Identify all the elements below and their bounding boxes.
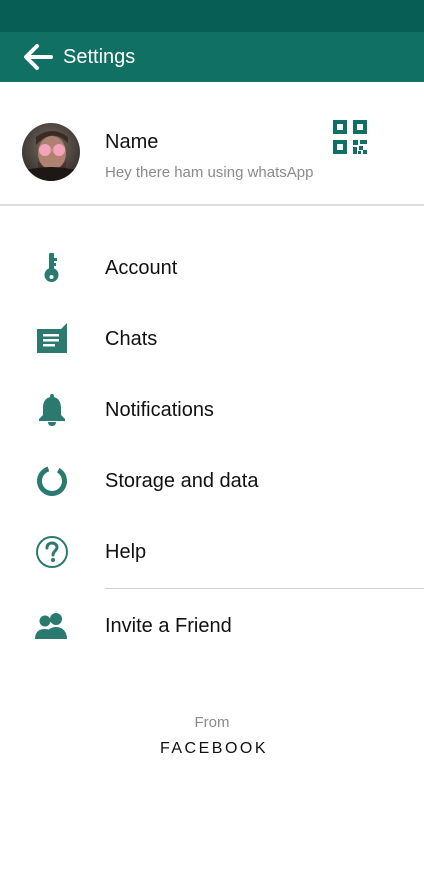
profile-name: Name — [105, 131, 159, 153]
help-icon — [34, 534, 70, 570]
qr-code-button[interactable] — [333, 120, 367, 154]
menu-item-notifications[interactable]: Notifications — [0, 380, 424, 440]
menu-item-account[interactable]: Account — [0, 238, 424, 298]
footer-brand: FACEBOOK — [159, 740, 269, 757]
profile-divider — [0, 204, 424, 206]
chat-icon — [34, 321, 70, 357]
status-bar — [0, 0, 424, 32]
menu-item-storage[interactable]: Storage and data — [0, 451, 424, 511]
profile-status: Hey there ham using whatsApp — [105, 164, 314, 181]
menu-item-help[interactable]: Help — [0, 522, 424, 582]
menu-label-chats: Chats — [105, 328, 158, 350]
storage-icon — [34, 463, 70, 499]
key-icon — [34, 250, 70, 286]
menu-label-help: Help — [105, 541, 147, 563]
menu-divider — [105, 588, 424, 589]
profile-section[interactable]: Name Hey there ham using whatsApp — [0, 82, 424, 204]
app-bar: Settings — [0, 32, 424, 82]
invite-friends-icon — [34, 608, 70, 644]
bell-icon — [34, 392, 70, 428]
menu-item-invite-friend[interactable]: Invite a Friend — [0, 596, 424, 656]
footer-from: From — [194, 714, 230, 731]
menu-label-account: Account — [105, 257, 178, 279]
back-button[interactable] — [22, 42, 54, 72]
menu-label-storage: Storage and data — [105, 470, 259, 492]
menu-label-notifications: Notifications — [105, 399, 214, 421]
arrow-left-icon — [24, 44, 53, 70]
menu-item-chats[interactable]: Chats — [0, 309, 424, 369]
avatar[interactable] — [22, 123, 80, 181]
page-title: Settings — [63, 46, 136, 68]
qr-code-icon — [333, 120, 367, 154]
menu-label-invite-friend: Invite a Friend — [105, 615, 232, 637]
